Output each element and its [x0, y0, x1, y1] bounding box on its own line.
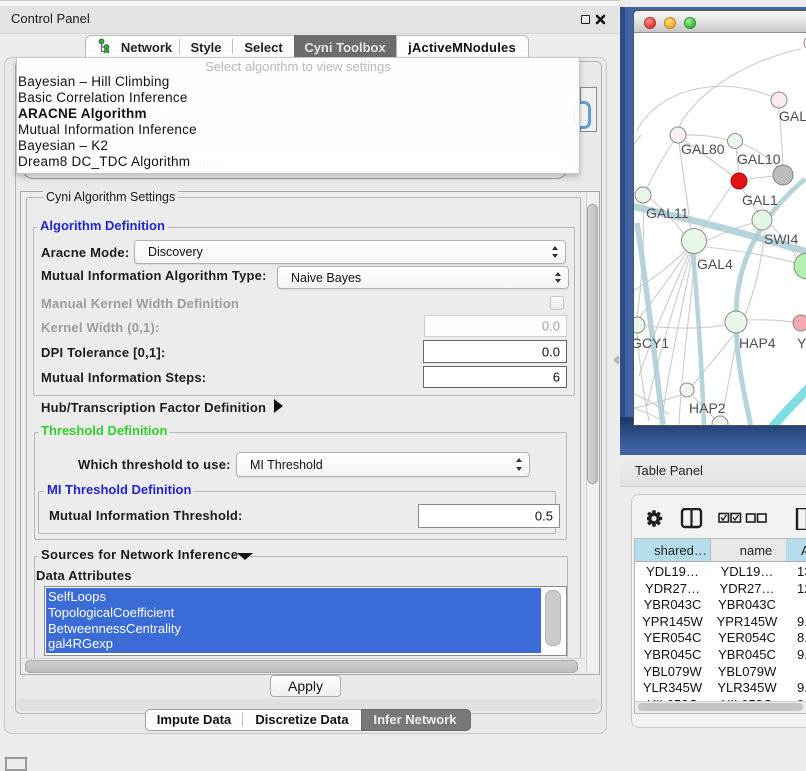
svg-text:GAL10: GAL10: [737, 151, 781, 167]
svg-text:HAP4: HAP4: [739, 335, 776, 351]
svg-text:GCY1: GCY1: [634, 335, 669, 351]
svg-text:GAL80: GAL80: [681, 141, 725, 157]
svg-text:Y: Y: [797, 335, 806, 351]
svg-text:GAL4: GAL4: [697, 256, 733, 272]
svg-text:GAL11: GAL11: [646, 205, 689, 221]
svg-text:HAP2: HAP2: [689, 400, 726, 416]
svg-text:GAL7: GAL7: [779, 108, 806, 124]
svg-text:GAL1: GAL1: [742, 192, 778, 208]
svg-text:SWI4: SWI4: [764, 231, 798, 247]
